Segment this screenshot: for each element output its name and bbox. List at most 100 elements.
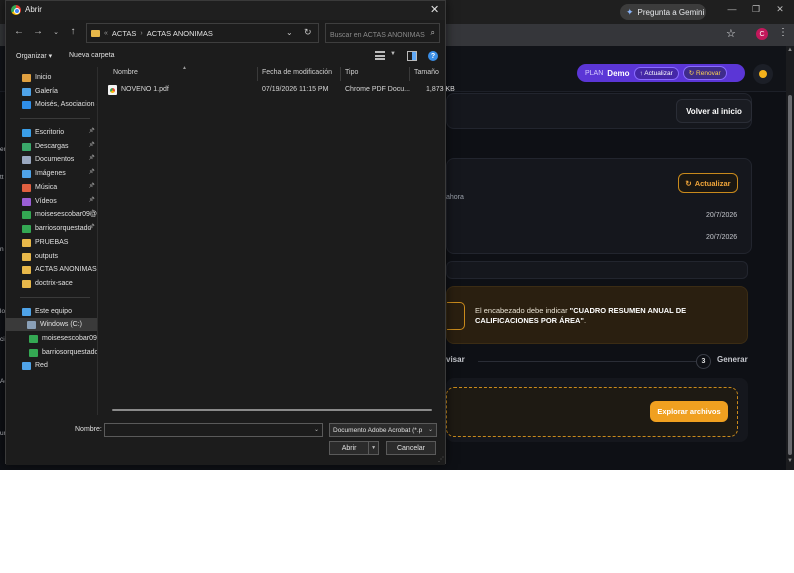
sidebar-item[interactable]: Inicio [6,71,97,84]
menu-kebab-icon[interactable]: ⋮ [778,27,788,38]
sidebar-item[interactable]: Escritorio 📌 [6,126,97,139]
path-dropdown-icon[interactable]: ⌄ [286,28,293,37]
column-divider[interactable] [340,67,341,81]
restore-icon[interactable]: ❐ [746,4,766,15]
dialog-title: Abrir [25,5,42,14]
refresh-icon[interactable]: ↻ [304,27,312,38]
screen: ✦ Pregunta a Gemini — ❐ ✕ ☆ C ⋮ PLAN Dem… [0,0,794,470]
column-size[interactable]: Tamaño [414,69,439,76]
help-icon[interactable]: ? [428,51,438,61]
gemini-label: Pregunta a Gemini [637,7,705,17]
sidebar-item[interactable]: Descargas 📌 [6,140,97,153]
plan-update-button[interactable]: ↑ Actualizar [633,66,679,80]
filename-field[interactable]: ⌄ [104,423,323,442]
horizontal-scrollbar[interactable] [112,409,432,411]
pin-icon[interactable]: 📌 [89,128,95,134]
column-type[interactable]: Tipo [345,69,358,76]
pin-icon[interactable]: 📌 [89,197,95,203]
profile-avatar[interactable]: C [756,28,768,40]
column-divider[interactable] [257,67,258,81]
sidebar-item[interactable]: barriosorquestados [6,346,97,359]
sidebar-item[interactable]: doctrix-sace [6,277,97,290]
column-modified[interactable]: Fecha de modificación [262,69,332,76]
address-path[interactable]: « ACTAS › ACTAS ANONIMAS ⌄ ↻ [86,23,319,43]
open-button-group: Abrir ▼ [329,441,379,455]
column-headers: ▲ Nombre Fecha de modificación Tipo Tama… [102,65,446,81]
pane-divider[interactable] [97,67,98,415]
back-arrow-icon[interactable]: ← [12,26,26,37]
column-divider[interactable] [409,67,410,81]
scroll-down-icon[interactable]: ▼ [786,458,794,464]
file-size: 1,873 KB [426,86,455,93]
sidebar-item[interactable]: outputs [6,250,97,263]
navigation-pane: Inicio Galería Moisés, Asociacion S Escrito… [6,67,97,415]
pin-icon[interactable]: 📌 [89,142,95,148]
status-ahora: ahora [446,194,464,201]
pin-icon[interactable]: 📌 [89,210,95,216]
open-button[interactable]: Abrir [330,442,370,454]
sidebar-item[interactable]: Red [6,359,97,372]
sidebar-item[interactable]: Moisés, Asociacion S [6,98,97,111]
open-split-dropdown-icon[interactable]: ▼ [369,442,378,454]
search-input[interactable] [326,26,426,45]
organize-button[interactable]: Organizar ▾ [16,52,52,60]
sidebar-item-label: Música [35,184,58,191]
path-segment[interactable]: ACTAS ANONIMAS [147,29,213,38]
sidebar-item[interactable]: Imágenes 📌 [6,167,97,180]
pin-icon[interactable]: 📌 [89,169,95,175]
sidebar-item[interactable]: moisesescobar09@ [6,332,97,345]
cancel-button[interactable]: Cancelar [386,441,436,455]
dialog-search[interactable]: ⌕ [325,23,440,45]
left-peek-text: n [0,246,4,253]
plan-renew-button[interactable]: ↻ Renovar [682,66,727,80]
view-chevron-icon[interactable]: ▼ [390,51,396,57]
file-row[interactable]: NOVENO 1.pdf 07/19/2026 11:15 PM Chrome … [102,84,455,97]
sidebar-item-label: barriosorquestados [42,349,97,356]
sun-icon [759,70,767,78]
up-arrow-icon[interactable]: ↑ [66,26,80,37]
sidebar-item[interactable]: barriosorquestado 📌 [6,222,97,235]
sidebar-item[interactable]: ACTAS ANONIMAS [6,263,97,276]
resize-grip-icon[interactable]: ⋰ [438,456,444,463]
sidebar-item[interactable]: Galería [6,85,97,98]
sidebar-item[interactable]: Documentos 📌 [6,153,97,166]
filetype-select[interactable]: Documento Adobe Acrobat (*.p ⌄ [329,423,437,437]
refresh-button[interactable]: ↻ Actualizar [678,173,738,193]
forward-arrow-icon[interactable]: → [31,26,45,37]
pin-icon[interactable]: 📌 [89,183,95,189]
back-home-button[interactable]: Volver al inicio [676,99,752,123]
recent-chevron-icon[interactable]: ⌄ [49,28,63,36]
sidebar-item[interactable]: Windows (C:) [6,318,97,331]
gemini-button[interactable]: ✦ Pregunta a Gemini [620,4,706,20]
sidebar-item[interactable]: moisesescobar09@ 📌 [6,208,97,221]
drive-c-icon [27,320,36,329]
path-segment[interactable]: ACTAS [112,29,136,38]
pin-icon[interactable]: 📌 [89,155,95,161]
path-overflow[interactable]: « [104,30,108,37]
bookmark-star-icon[interactable]: ☆ [726,27,736,40]
theme-toggle[interactable] [753,64,773,84]
sidebar-item[interactable]: Vídeos 📌 [6,195,97,208]
column-name[interactable]: Nombre [113,69,138,76]
explore-files-button[interactable]: Explorar archivos [650,401,728,422]
file-type: Chrome PDF Docu... [345,86,410,93]
pin-icon[interactable]: 📌 [89,224,95,230]
minimize-icon[interactable]: — [722,4,742,14]
page-scrollbar-thumb[interactable] [788,95,792,455]
view-options-icon[interactable] [375,51,385,60]
folder-icon [22,238,31,247]
scroll-up-icon[interactable]: ▲ [786,47,794,53]
preview-pane-icon[interactable] [407,51,417,61]
filename-input[interactable] [105,429,305,442]
close-window-icon[interactable]: ✕ [770,4,790,15]
sidebar-item-label: doctrix-sace [35,280,73,287]
drive-icon [22,210,31,219]
sidebar-item[interactable]: Este equipo [6,305,97,318]
sidebar-item[interactable]: Música 📌 [6,181,97,194]
filetype-chevron-icon: ⌄ [427,427,433,433]
new-folder-button[interactable]: Nueva carpeta [69,52,115,59]
filename-dropdown-icon[interactable]: ⌄ [314,426,319,433]
pictures-icon [22,169,31,178]
sidebar-item[interactable]: PRUEBAS [6,236,97,249]
dialog-close-icon[interactable]: ✕ [430,3,439,16]
